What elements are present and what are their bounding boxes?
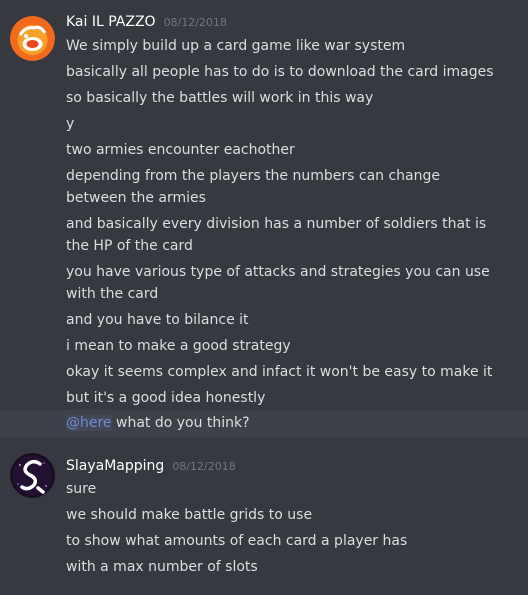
message-line: but it's a good idea honestly	[66, 390, 266, 406]
message-line: and you have to bilance it	[66, 312, 249, 328]
chat-messages: Kai IL PAZZO 08/12/2018 We simply build …	[0, 0, 528, 595]
message-header: SlayaMapping 08/12/2018	[66, 458, 236, 474]
message-line: i mean to make a good strategy	[66, 338, 291, 354]
message-line: y	[66, 116, 75, 132]
message-line: basically all people has to do is to dow…	[66, 64, 494, 80]
timestamp: 08/12/2018	[172, 460, 236, 473]
message-line: depending from the players the numbers c…	[66, 168, 441, 206]
message-line: We simply build up a card game like war …	[66, 38, 406, 54]
message-line: and basically every division has a numbe…	[66, 216, 487, 254]
message-header: Kai IL PAZZO 08/12/2018	[66, 14, 227, 30]
message-line: sure	[66, 481, 97, 497]
message-line: so basically the battles will work in th…	[66, 90, 374, 106]
message-line: with a max number of slots	[66, 559, 258, 575]
mention-message: @here what do you think?	[0, 410, 528, 438]
message-line: okay it seems complex and infact it won'…	[66, 364, 493, 380]
message-line: to show what amounts of each card a play…	[66, 533, 408, 549]
message-line: two armies encounter eachother	[66, 142, 295, 158]
message-line: you have various type of attacks and str…	[66, 264, 490, 302]
message-text: what do you think?	[111, 415, 250, 431]
username[interactable]: SlayaMapping	[66, 458, 164, 474]
username[interactable]: Kai IL PAZZO	[66, 14, 156, 30]
timestamp: 08/12/2018	[163, 16, 227, 29]
message-line: we should make battle grids to use	[66, 507, 313, 523]
here-mention[interactable]: @here	[66, 415, 112, 431]
